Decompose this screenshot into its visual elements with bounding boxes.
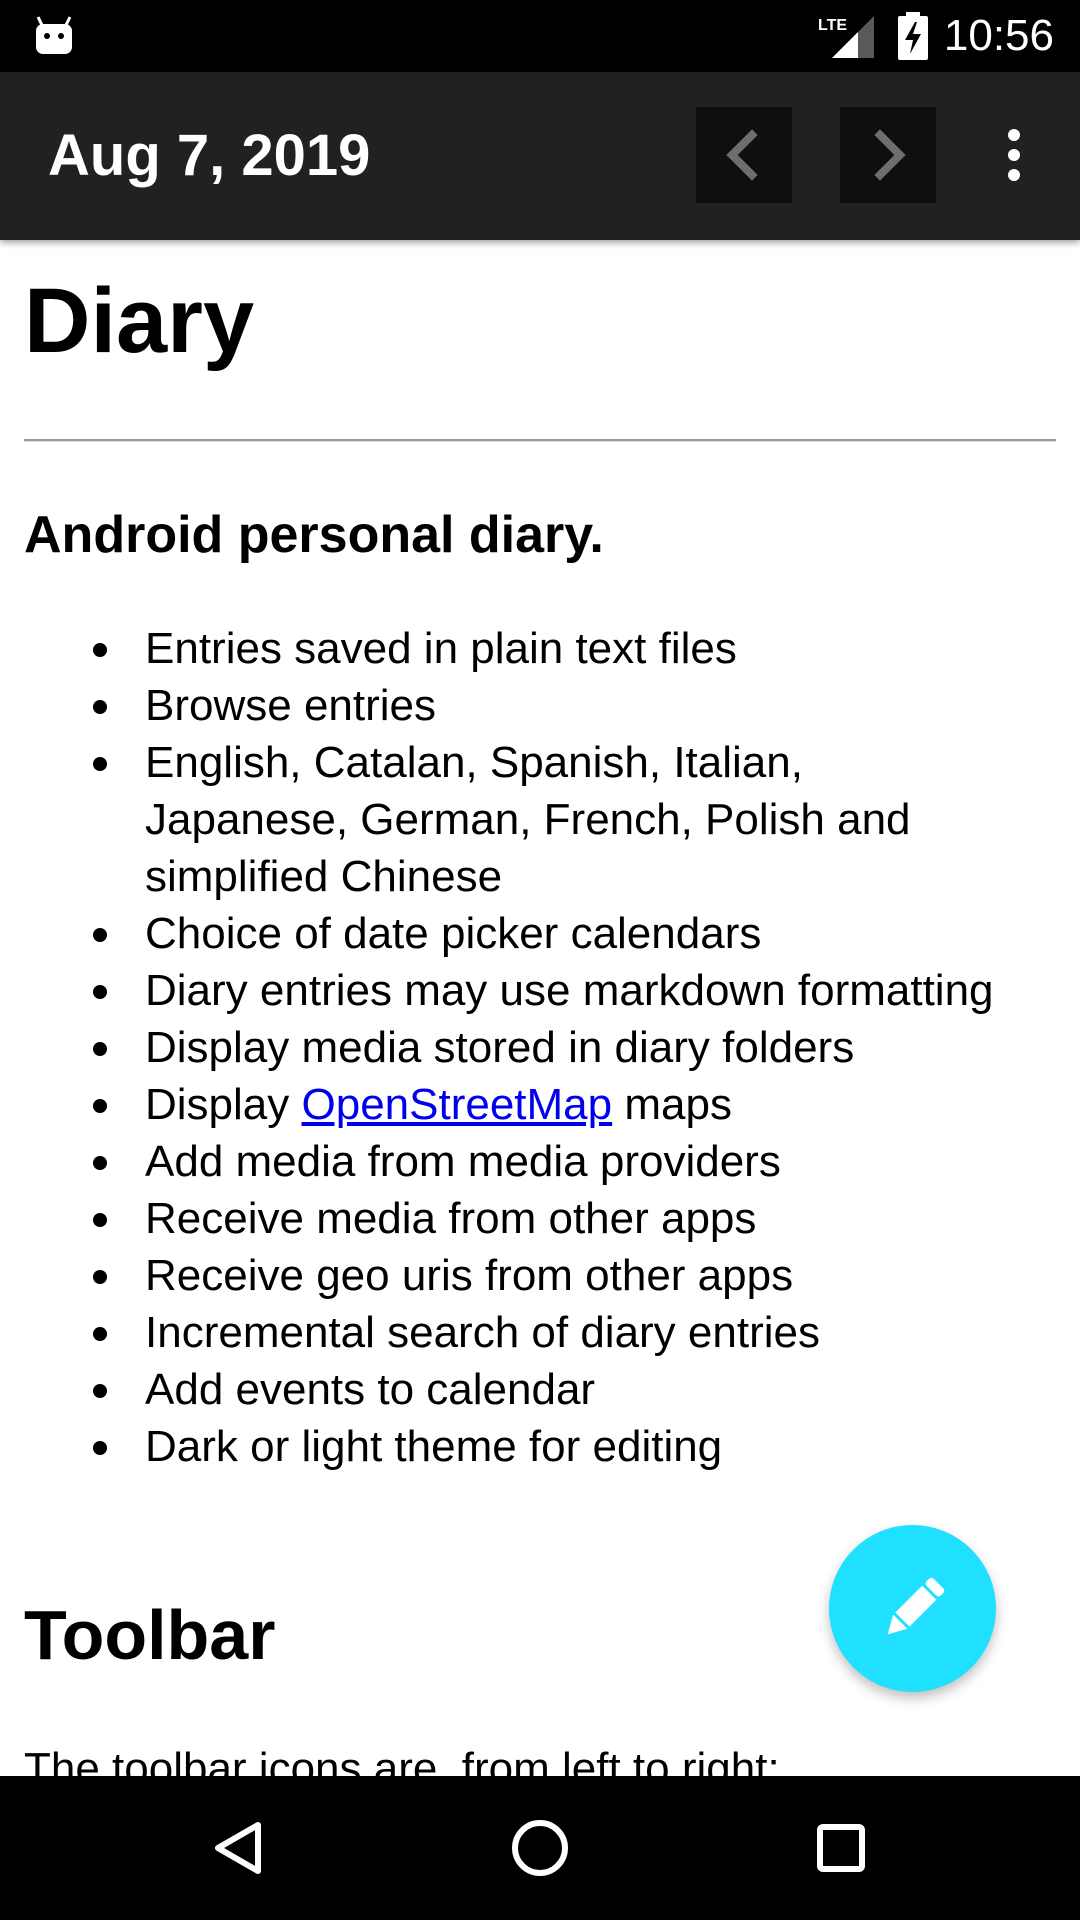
battery-charging-icon [898,12,928,60]
list-item: Receive media from other apps [93,1190,1005,1247]
lte-signal-icon: LTE [818,16,874,58]
back-button[interactable] [190,1798,290,1898]
bullet-icon [93,1327,107,1341]
bullet-icon [93,928,107,942]
list-item: Dark or light theme for editing [93,1418,1005,1475]
system-navigation-bar [0,1776,1080,1920]
list-item: Incremental search of diary entries [93,1304,1005,1361]
list-item: Entries saved in plain text files [93,620,1005,677]
toolbar-section-heading: Toolbar [24,1596,276,1674]
horizontal-rule [24,439,1056,442]
status-clock: 10:56 [943,11,1054,60]
toolbar-section-text: The toolbar icons are, from left to righ… [24,1744,780,1776]
overflow-menu-button[interactable] [990,107,1038,203]
bullet-icon [93,1156,107,1170]
list-item: Receive geo uris from other apps [93,1247,1005,1304]
list-item: Browse entries [93,677,1005,734]
document-title: Diary [24,270,255,372]
list-item: Display media stored in diary folders [93,1019,1005,1076]
bullet-icon [93,1042,107,1056]
status-bar: LTE 10:56 [0,0,1080,72]
list-item: Diary entries may use markdown formattin… [93,962,1005,1019]
back-triangle-icon [215,1822,261,1874]
edit-entry-fab[interactable] [829,1525,996,1692]
chevron-left-icon [726,129,758,181]
document-subtitle: Android personal diary. [24,506,604,564]
list-item: Add media from media providers [93,1133,1005,1190]
list-item: Add events to calendar [93,1361,1005,1418]
bullet-icon [93,1099,107,1113]
openstreetmap-link[interactable]: OpenStreetMap [302,1080,613,1129]
bullet-icon [93,700,107,714]
app-toolbar: Aug 7, 2019 [0,72,1080,240]
bullet-icon [93,757,107,771]
list-item: Choice of date picker calendars [93,905,1005,962]
recents-square-icon [817,1824,865,1872]
pencil-edit-icon [887,1577,945,1635]
list-item: Display OpenStreetMap maps [93,1076,1005,1133]
bullet-icon [93,643,107,657]
date-title[interactable]: Aug 7, 2019 [48,124,370,188]
bullet-icon [93,985,107,999]
bullet-icon [93,1270,107,1284]
home-button[interactable] [490,1798,590,1898]
android-debug-icon [36,16,72,54]
chevron-right-icon [874,129,906,181]
bullet-icon [93,1384,107,1398]
list-item: English, Catalan, Spanish, Italian, Japa… [93,734,1005,905]
more-vert-icon [1008,129,1020,181]
next-day-button[interactable] [840,107,936,203]
bullet-icon [93,1441,107,1455]
feature-list: Entries saved in plain text files Browse… [0,620,1005,1475]
bullet-icon [93,1213,107,1227]
recents-button[interactable] [790,1798,890,1898]
svg-text:LTE: LTE [818,17,847,34]
diary-screen: LTE 10:56 Aug 7, 2019 Diary Android pers… [0,0,1080,1920]
previous-day-button[interactable] [696,107,792,203]
home-circle-icon [512,1820,568,1876]
